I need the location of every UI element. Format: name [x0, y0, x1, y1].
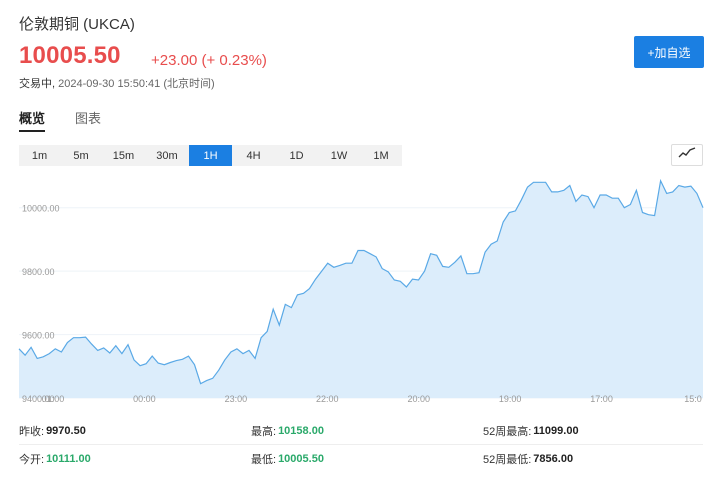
- period-selector: 1m 5m 15m 30m 1H 4H 1D 1W 1M: [19, 145, 402, 166]
- tab-chart[interactable]: 图表: [75, 108, 101, 130]
- x-tick-label: 00:00: [133, 394, 156, 404]
- period-1m-month[interactable]: 1M: [360, 145, 402, 166]
- x-tick-label: 19:00: [499, 394, 522, 404]
- trading-status: 交易中,: [19, 78, 56, 90]
- stat-value: 7856.00: [533, 452, 574, 465]
- add-watchlist-button[interactable]: +加自选: [634, 36, 704, 68]
- stat-label: 最低:: [251, 453, 277, 466]
- stat-open: 今开: 10111.00: [19, 451, 251, 467]
- chart-type-button[interactable]: [671, 144, 703, 166]
- period-1m[interactable]: 1m: [19, 145, 60, 166]
- y-tick-label: 10000.00: [22, 204, 60, 214]
- x-tick-label: 01:00: [42, 394, 65, 404]
- price-chart[interactable]: 10000.009800.009600.009400.00 01:00 00:00…: [0, 176, 719, 408]
- last-price: 10005.50: [19, 42, 121, 69]
- stat-52w-low: 52周最低: 7856.00: [483, 451, 573, 467]
- stat-prev-close: 昨收: 9970.50: [19, 423, 251, 439]
- stat-high: 最高: 10158.00: [251, 423, 483, 439]
- period-1h[interactable]: 1H: [189, 145, 232, 166]
- stat-value: 10005.50: [278, 452, 324, 465]
- stats-row: 今开: 10111.00 最低: 10005.50 52周最低: 7856.00: [19, 445, 703, 472]
- view-tabs: 概览 图表: [19, 108, 101, 132]
- x-tick-label: 15:0: [684, 394, 702, 404]
- stat-label: 最高:: [251, 425, 277, 438]
- quote-timestamp: 2024-09-30 15:50:41 (北京时间): [58, 78, 215, 90]
- stat-label: 52周最低:: [483, 453, 532, 466]
- period-5m[interactable]: 5m: [60, 145, 102, 166]
- x-tick-label: 17:00: [590, 394, 613, 404]
- stat-value: 9970.50: [46, 424, 86, 437]
- stats-table: 昨收: 9970.50 最高: 10158.00 52周最高: 11099.00…: [19, 417, 703, 472]
- period-1w[interactable]: 1W: [318, 145, 360, 166]
- tab-overview[interactable]: 概览: [19, 108, 46, 132]
- x-tick-label: 22:00: [316, 394, 339, 404]
- stat-value: 10111.00: [46, 452, 91, 465]
- stat-low: 最低: 10005.50: [251, 451, 483, 467]
- x-tick-label: 20:00: [407, 394, 430, 404]
- price-area: [19, 180, 703, 398]
- y-tick-label: 9600.00: [22, 331, 55, 341]
- instrument-title: 伦敦期铜 (UKCA): [19, 16, 135, 33]
- x-tick-label: 23:00: [225, 394, 248, 404]
- stat-value: 10158.00: [278, 424, 324, 437]
- line-chart-icon: [678, 146, 696, 164]
- stat-label: 昨收:: [19, 425, 45, 438]
- stat-label: 今开:: [19, 453, 45, 466]
- period-1d[interactable]: 1D: [275, 145, 318, 166]
- trade-meta: 交易中, 2024-09-30 15:50:41 (北京时间): [19, 75, 215, 91]
- period-4h[interactable]: 4H: [232, 145, 275, 166]
- period-30m[interactable]: 30m: [145, 145, 189, 166]
- stat-label: 52周最高:: [483, 425, 532, 438]
- price-change: +23.00 (+ 0.23%): [151, 52, 267, 69]
- stat-value: 11099.00: [533, 424, 579, 437]
- stats-row: 昨收: 9970.50 最高: 10158.00 52周最高: 11099.00: [19, 417, 703, 445]
- stat-52w-high: 52周最高: 11099.00: [483, 423, 579, 439]
- period-15m[interactable]: 15m: [102, 145, 145, 166]
- y-tick-label: 9800.00: [22, 267, 55, 277]
